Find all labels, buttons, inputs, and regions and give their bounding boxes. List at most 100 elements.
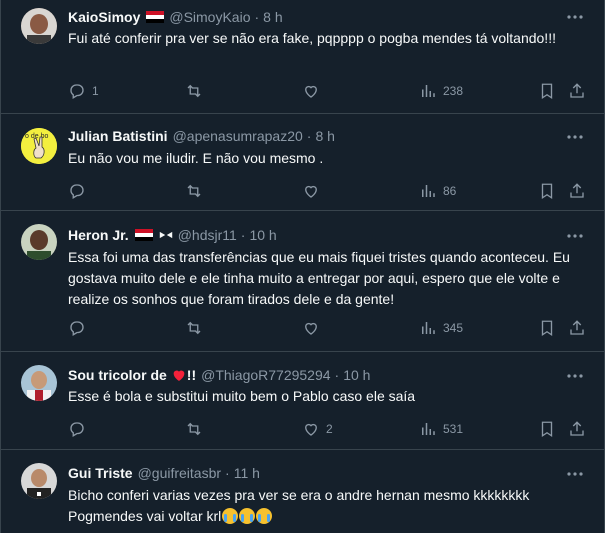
avatar[interactable]: [21, 224, 57, 260]
user-handle[interactable]: @hdsjr11: [178, 225, 237, 245]
tweet-item[interactable]: KaioSimoy @SimoyKaio · 8 h Fui até confe…: [1, 0, 604, 114]
user-handle[interactable]: @ThiagoR77295294: [201, 365, 330, 385]
bookmark-button[interactable]: [538, 82, 556, 100]
bookmark-icon: [541, 320, 553, 337]
reply-button[interactable]: [68, 319, 92, 337]
tweet-header: KaioSimoy @SimoyKaio · 8 h: [68, 7, 283, 27]
reply-icon: [70, 321, 84, 336]
reply-button[interactable]: [68, 420, 92, 438]
tweet-text: Eu não vou me iludir. E não vou mesmo .: [68, 150, 324, 166]
avatar[interactable]: [21, 365, 57, 401]
views-button[interactable]: 86: [419, 182, 456, 200]
like-button[interactable]: 2: [302, 420, 333, 438]
tweet-text: Esse é bola e substitui muito bem o Pabl…: [68, 388, 416, 404]
views-icon: [422, 322, 435, 334]
action-bar: 1 238: [68, 82, 588, 102]
like-button[interactable]: [302, 182, 326, 200]
bowtie-icon: [159, 231, 172, 239]
share-icon: [570, 421, 584, 436]
tweet-item[interactable]: Heron Jr. @hdsjr11 · 10 h Essa foi uma d…: [1, 211, 604, 352]
display-name-suffix: !!: [186, 367, 197, 383]
more-icon[interactable]: [566, 128, 584, 146]
display-name[interactable]: KaioSimoy: [68, 7, 140, 27]
crying-emoji-icon: [256, 508, 273, 524]
tweet-item[interactable]: o de bo Julian Batistini @apenasumrapaz2…: [1, 114, 604, 211]
reply-icon: [70, 84, 84, 99]
retweet-button[interactable]: [185, 319, 209, 337]
heart-icon: [305, 85, 317, 98]
views-button[interactable]: 238: [419, 82, 463, 100]
separator: ·: [254, 9, 260, 25]
like-count: 2: [326, 422, 333, 436]
display-name[interactable]: Julian Batistini: [68, 126, 168, 146]
view-count: 86: [443, 184, 457, 198]
tweet-header: Sou tricolor de !! @ThiagoR77295294 · 10…: [68, 365, 370, 385]
retweet-button[interactable]: [185, 182, 209, 200]
views-button[interactable]: 345: [419, 319, 463, 337]
more-icon[interactable]: [566, 367, 584, 385]
heart-icon: [305, 322, 317, 335]
separator: ·: [240, 227, 246, 243]
reply-icon: [70, 422, 84, 437]
reply-button[interactable]: 1: [68, 82, 99, 100]
view-count: 345: [443, 321, 464, 335]
separator: ·: [334, 367, 340, 383]
like-button[interactable]: [302, 82, 326, 100]
retweet-icon: [187, 84, 201, 98]
timestamp[interactable]: 8 h: [263, 7, 282, 27]
retweet-button[interactable]: [185, 420, 209, 438]
display-name[interactable]: Gui Triste: [68, 463, 133, 483]
like-button[interactable]: [302, 319, 326, 337]
share-icon: [570, 183, 584, 198]
display-name[interactable]: Sou tricolor de: [68, 365, 167, 385]
flag-icon: [134, 229, 153, 241]
views-icon: [422, 185, 435, 197]
tweet-feed: KaioSimoy @SimoyKaio · 8 h Fui até confe…: [0, 0, 605, 533]
action-bar: 86: [68, 182, 588, 202]
display-name[interactable]: Heron Jr.: [68, 225, 129, 245]
tweet-text: Bicho conferi varias vezes pra ver se er…: [68, 485, 588, 527]
bookmark-button[interactable]: [538, 420, 556, 438]
heart-icon: [305, 185, 317, 198]
bookmark-button[interactable]: [538, 182, 556, 200]
tweet-text-line: Bicho conferi varias vezes pra ver se er…: [68, 487, 530, 503]
view-count: 238: [443, 84, 464, 98]
view-count: 531: [443, 422, 464, 436]
avatar[interactable]: [21, 8, 57, 44]
share-button[interactable]: [568, 182, 586, 200]
more-icon[interactable]: [566, 227, 584, 245]
share-button[interactable]: [568, 319, 586, 337]
user-handle[interactable]: @SimoyKaio: [169, 7, 250, 27]
bookmark-icon: [541, 83, 553, 100]
avatar[interactable]: [21, 463, 57, 499]
user-handle[interactable]: @apenasumrapaz20: [173, 126, 303, 146]
share-button[interactable]: [568, 420, 586, 438]
views-button[interactable]: 531: [419, 420, 463, 438]
crying-emoji-icon: [239, 508, 256, 524]
tweet-text: Fui até conferir pra ver se não era fake…: [68, 30, 556, 46]
share-icon: [570, 320, 584, 335]
tweet-text: Essa foi uma das transferências que eu m…: [68, 249, 570, 307]
tweet-item[interactable]: Sou tricolor de !! @ThiagoR77295294 · 10…: [1, 352, 604, 450]
retweet-button[interactable]: [185, 82, 209, 100]
crying-emoji-icon: [222, 508, 239, 524]
heart-icon: [173, 370, 185, 381]
user-handle[interactable]: @guifreitasbr: [138, 463, 221, 483]
flag-icon: [146, 11, 165, 23]
timestamp[interactable]: 11 h: [234, 463, 260, 483]
more-icon[interactable]: [566, 8, 584, 26]
action-bar: 2 531: [68, 420, 588, 440]
timestamp[interactable]: 10 h: [343, 365, 370, 385]
share-button[interactable]: [568, 82, 586, 100]
tweet-item[interactable]: Gui Triste @guifreitasbr · 11 h Bicho co…: [1, 450, 604, 533]
more-icon[interactable]: [566, 465, 584, 483]
tweet-text-fragment: Pogmendes vai voltar krl: [68, 508, 222, 524]
action-bar: 345: [68, 319, 588, 339]
timestamp[interactable]: 10 h: [249, 225, 276, 245]
tweet-header: Gui Triste @guifreitasbr · 11 h: [68, 463, 260, 483]
avatar[interactable]: o de bo: [21, 128, 57, 164]
tweet-text-line: Pogmendes vai voltar krl: [68, 506, 588, 527]
bookmark-button[interactable]: [538, 319, 556, 337]
timestamp[interactable]: 8 h: [315, 126, 334, 146]
reply-button[interactable]: [68, 182, 92, 200]
